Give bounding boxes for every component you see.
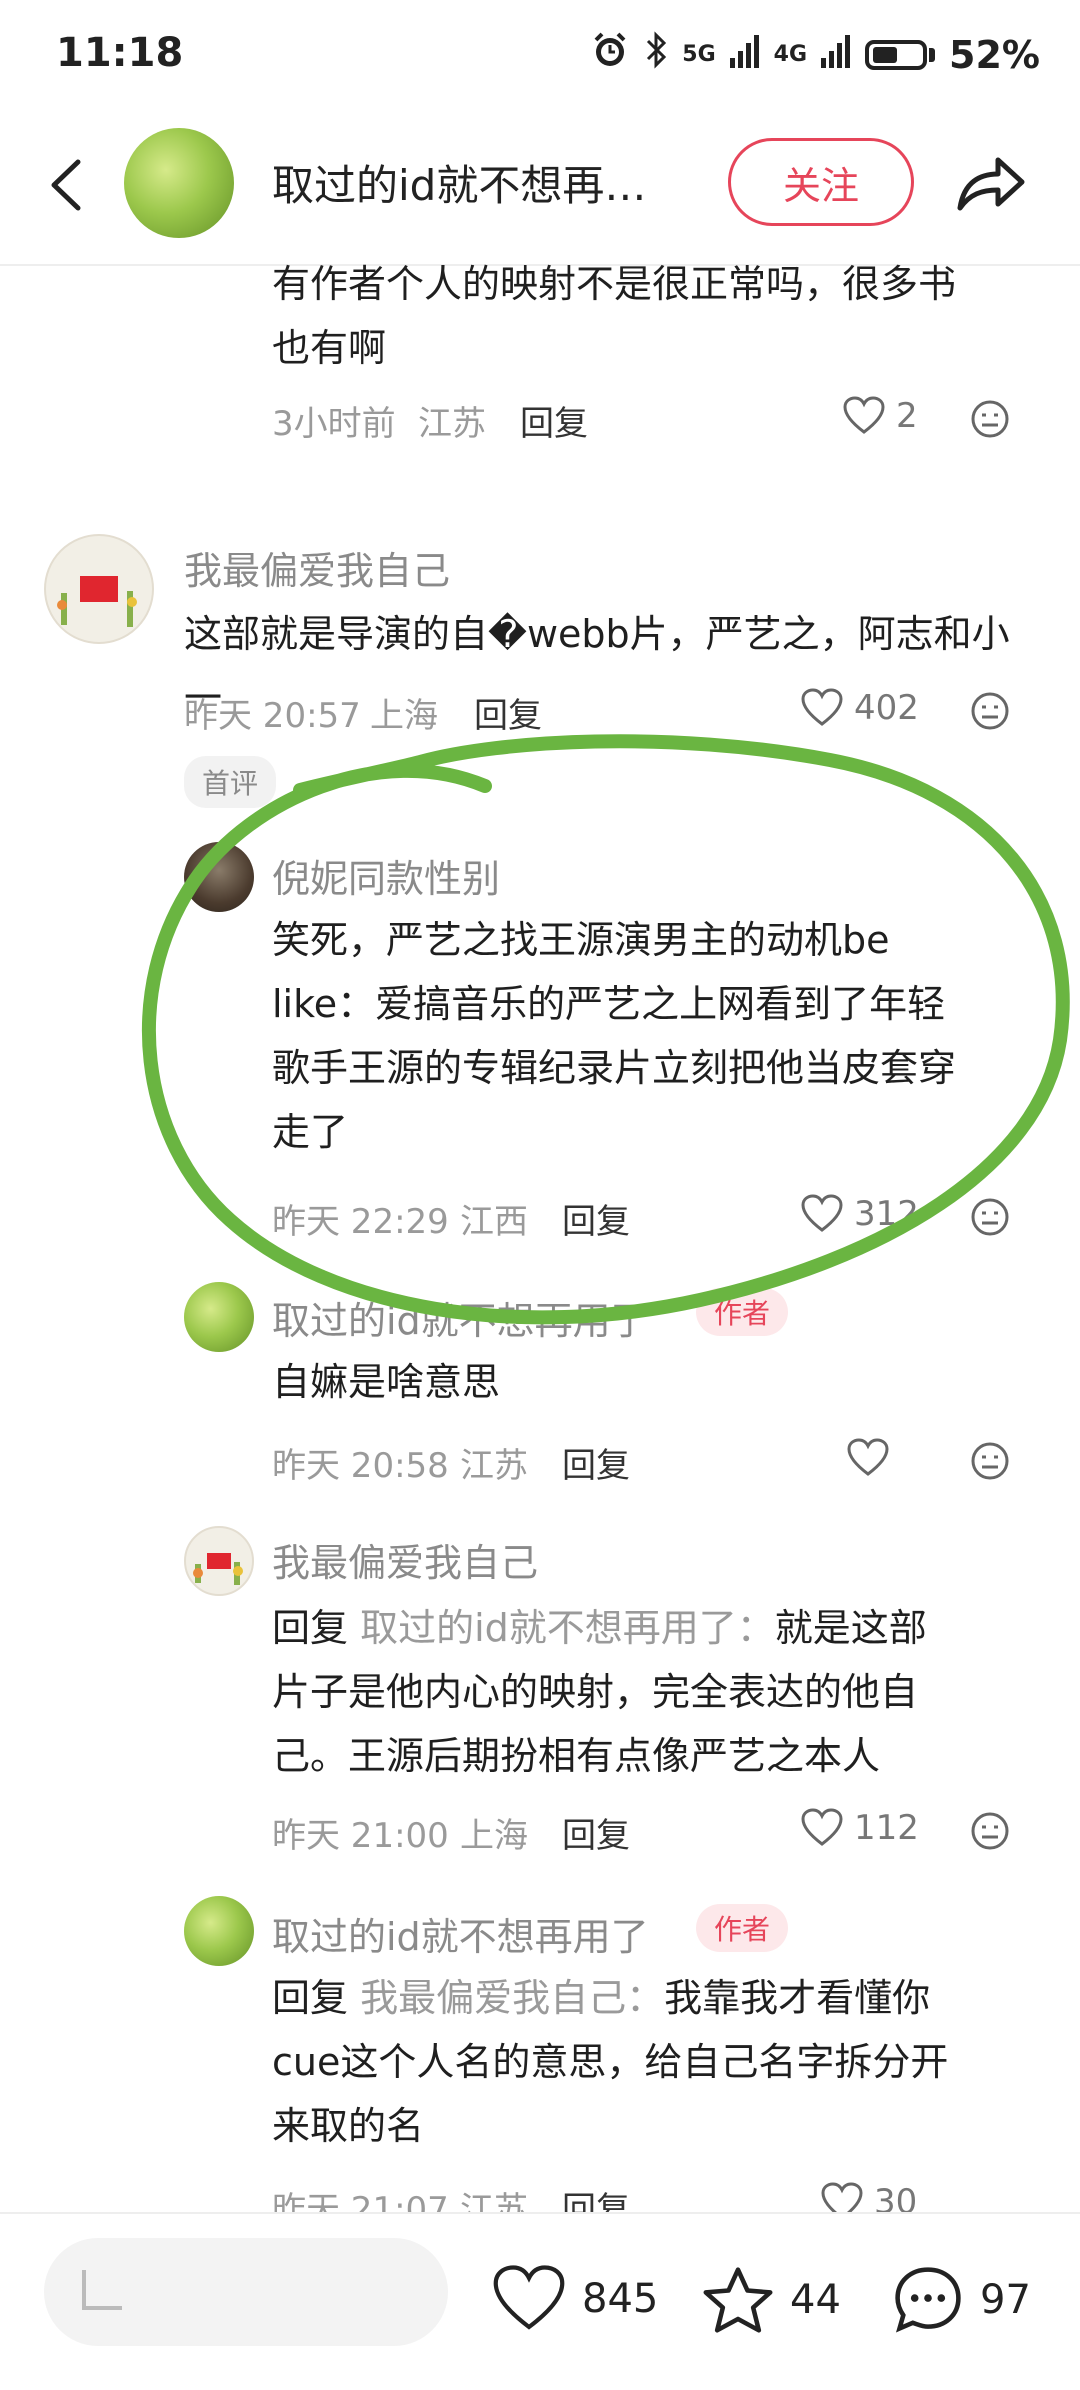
comment-text-line: cue这个人名的意思，给自己名字拆分开 (272, 2040, 949, 2084)
comment-text-line: 己。王源后期扮相有点像严艺之本人 (272, 1734, 881, 1778)
reply-button[interactable]: 回复 (562, 1808, 630, 1857)
comment-text-line: 来取的名 (272, 2104, 425, 2148)
like-count: 312 (854, 1194, 919, 1234)
author-badge: 作者 (696, 1904, 789, 1952)
post-like-count: 845 (582, 2276, 659, 2322)
comment-username[interactable]: 取过的id就不想再用了 (272, 1906, 649, 1961)
comment-text-line: 我靠我才看懂你 (664, 1976, 931, 2020)
comment-text-line: 走了 (272, 1110, 349, 1154)
comment-time: 昨天 20:57 (184, 696, 361, 736)
post-like-button[interactable]: 845 (490, 2264, 658, 2334)
like-button[interactable]: 312 (800, 1194, 919, 1234)
post-comment-button[interactable]: 97 (890, 2262, 1031, 2338)
comment-username[interactable]: 取过的id就不想再用了 (272, 1290, 649, 1345)
signal-4g-label: 4G (773, 41, 808, 67)
comment-time: 昨天 21:00 (272, 1816, 449, 1856)
input-cursor-icon (78, 2266, 138, 2326)
author-avatar[interactable] (124, 128, 234, 238)
chevron-left-icon (51, 159, 81, 211)
comment-username[interactable]: 我最偏爱我自己 (184, 540, 450, 595)
heart-icon (801, 1808, 843, 1846)
comment-location: 江西 (460, 1202, 528, 1242)
first-comment-badge: 首评 (184, 756, 277, 808)
dislike-button[interactable] (970, 1811, 1010, 1851)
meh-face-icon (971, 400, 1009, 438)
like-button[interactable] (846, 1438, 900, 1478)
meh-face-icon (971, 692, 1009, 730)
comment-text-line: 片子是他内心的映射，完全表达的他自 (272, 1670, 919, 1714)
dislike-button[interactable] (970, 1441, 1010, 1481)
comment-text-line: 歌手王源的专辑纪录片立刻把他当皮套穿 (272, 1046, 957, 1090)
comment-username[interactable]: 倪妮同款性别 (272, 848, 500, 903)
like-count: 402 (854, 688, 919, 728)
user-avatar[interactable] (184, 1896, 254, 1966)
like-button[interactable]: 402 (800, 688, 919, 728)
meh-face-icon (971, 1198, 1009, 1236)
reply-to-user[interactable]: 我最偏爱我自己： (360, 1976, 664, 2020)
reply-button[interactable]: 回复 (474, 688, 542, 737)
alarm-icon (590, 30, 630, 79)
like-count: 2 (896, 396, 918, 436)
comment-text: 笑死，严艺之找王源演男主的动机be like：爱搞音乐的严艺之上网看到了年轻 歌… (272, 908, 1052, 1164)
dislike-button[interactable] (970, 1197, 1010, 1237)
heart-icon (847, 1438, 889, 1476)
back-button[interactable] (34, 150, 104, 220)
reply-prefix: 回复 (272, 1976, 349, 2020)
signal-bars-icon (729, 33, 760, 77)
heart-icon (801, 1194, 843, 1232)
meh-face-icon (971, 1442, 1009, 1480)
battery-icon (865, 39, 928, 70)
post-favorite-count: 44 (790, 2277, 841, 2323)
comment-text-line: 就是这部 (774, 1606, 927, 1650)
comment-time: 3小时前 (272, 404, 396, 444)
like-button[interactable]: 112 (800, 1808, 919, 1848)
comment-text: 回复 我最偏爱我自己：我靠我才看懂你 cue这个人名的意思，给自己名字拆分开 来… (272, 1966, 1052, 2158)
share-icon (957, 157, 1025, 211)
author-badge: 作者 (696, 1288, 789, 1336)
battery-percent: 52% (949, 32, 1040, 77)
heart-icon (493, 2265, 565, 2330)
dislike-button[interactable] (970, 399, 1010, 439)
user-avatar[interactable] (184, 842, 254, 912)
comment-time: 昨天 20:58 (272, 1446, 449, 1486)
reply-button[interactable]: 回复 (520, 396, 588, 445)
comment-location: 江苏 (460, 1446, 528, 1486)
bluetooth-icon (644, 31, 668, 78)
user-avatar[interactable] (184, 1282, 254, 1352)
comment-username[interactable]: 我最偏爱我自己 (272, 1532, 538, 1587)
reply-button[interactable]: 回复 (562, 1194, 630, 1243)
share-button[interactable] (950, 148, 1030, 218)
follow-button[interactable]: 关注 (728, 138, 914, 226)
page-title: 取过的id就不想再… (272, 161, 647, 210)
heart-icon (801, 688, 843, 726)
comment-text-line: 笑死，严艺之找王源演男主的动机be (272, 918, 890, 962)
comment-text: 有作者个人的映射不是很正常吗，很多书 也有啊 (272, 262, 957, 370)
reply-to-user[interactable]: 取过的id就不想再用了： (360, 1606, 775, 1650)
battery-tip (929, 47, 936, 62)
signal-5g-label: 5G (682, 41, 716, 67)
meh-face-icon (971, 1812, 1009, 1850)
comment-text: 回复 取过的id就不想再用了：就是这部 片子是他内心的映射，完全表达的他自 己。… (272, 1596, 1052, 1788)
comment-location: 江苏 (418, 404, 486, 444)
status-icons: 5G 4G 52% (590, 30, 1040, 79)
signal-bars-icon (821, 33, 851, 77)
status-time: 11:18 (56, 30, 184, 76)
post-comment-count: 97 (980, 2277, 1031, 2323)
star-icon (703, 2267, 773, 2333)
reply-prefix: 回复 (272, 1606, 349, 1650)
chat-bubble-icon (895, 2267, 961, 2333)
comment-location: 上海 (370, 696, 438, 736)
user-avatar[interactable] (44, 534, 154, 644)
like-count: 112 (854, 1808, 919, 1848)
reply-button[interactable]: 回复 (562, 1438, 630, 1487)
comment-text: 自嫲是啥意思 (272, 1360, 501, 1404)
comment-time: 昨天 22:29 (272, 1202, 449, 1242)
dislike-button[interactable] (970, 691, 1010, 731)
like-button[interactable]: 2 (842, 396, 918, 436)
heart-icon (843, 396, 885, 434)
comment-text-line: like：爱搞音乐的严艺之上网看到了年轻 (272, 982, 946, 1026)
comment-location: 上海 (460, 1816, 528, 1856)
user-avatar[interactable] (184, 1526, 254, 1596)
post-favorite-button[interactable]: 44 (700, 2264, 841, 2336)
